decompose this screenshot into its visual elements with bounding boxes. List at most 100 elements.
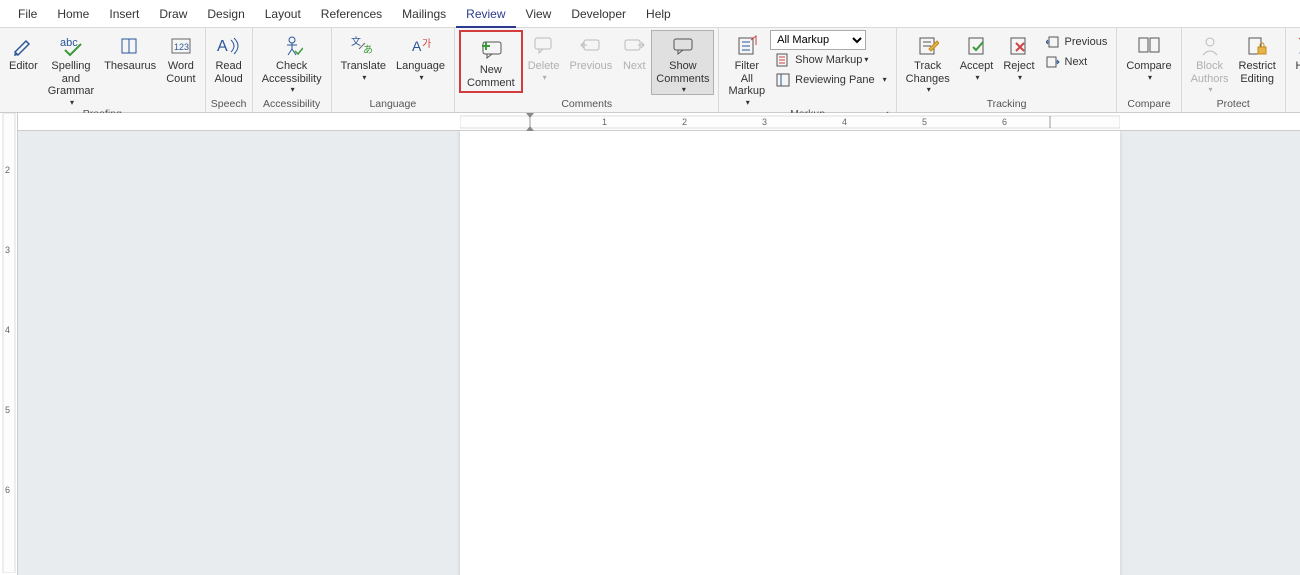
- translate-button[interactable]: 文あ Translate▾: [336, 30, 391, 83]
- block-authors-button: Block Authors▾: [1186, 30, 1234, 95]
- svg-text:abc: abc: [60, 37, 78, 49]
- accept-button[interactable]: Accept▾: [955, 30, 999, 83]
- previous-comment-button: Previous: [564, 30, 617, 74]
- group-protect: Block Authors▾ Restrict Editing Protect: [1182, 28, 1286, 112]
- restrict-editing-icon: [1245, 34, 1269, 58]
- spelling-grammar-button[interactable]: abc Spelling and Grammar▾: [43, 30, 99, 108]
- accept-label: Accept: [960, 60, 994, 73]
- accessibility-icon: [280, 34, 304, 58]
- reviewing-pane-button[interactable]: Reviewing Pane▾: [770, 70, 892, 90]
- tab-home[interactable]: Home: [47, 0, 99, 28]
- previous-change-icon: [1045, 34, 1061, 50]
- read-aloud-label: Read Aloud: [215, 60, 243, 85]
- new-comment-icon: [479, 38, 503, 62]
- ruler-num: 6: [1002, 117, 1007, 127]
- vruler-num: 2: [5, 165, 10, 175]
- compare-icon: [1137, 34, 1161, 58]
- group-comments: New Comment Delete▾ Previous Next Show C…: [455, 28, 719, 112]
- tab-insert[interactable]: Insert: [99, 0, 149, 28]
- new-comment-button[interactable]: New Comment: [459, 30, 523, 93]
- tab-references[interactable]: References: [311, 0, 392, 28]
- ruler-num: 3: [762, 117, 767, 127]
- read-aloud-icon: A: [217, 34, 241, 58]
- tracking-previous-label: Previous: [1065, 36, 1108, 49]
- svg-text:A: A: [217, 38, 228, 55]
- reject-icon: [1007, 34, 1031, 58]
- accept-icon: [965, 34, 989, 58]
- tracking-previous-button[interactable]: Previous: [1040, 32, 1113, 52]
- language-button[interactable]: A가 Language▾: [391, 30, 450, 83]
- group-speech-label: Speech: [210, 98, 248, 112]
- word-count-label: Word Count: [166, 60, 195, 85]
- reject-label: Reject: [1003, 60, 1034, 73]
- ruler-num: 2: [682, 117, 687, 127]
- vruler-num: 3: [5, 245, 10, 255]
- hide-ink-icon: [1295, 34, 1300, 58]
- restrict-editing-button[interactable]: Restrict Editing: [1234, 30, 1281, 86]
- document-workspace[interactable]: [18, 131, 1300, 575]
- markup-display-select[interactable]: All Markup: [770, 30, 866, 50]
- document-page[interactable]: [460, 131, 1120, 575]
- group-tracking-label: Tracking: [901, 98, 1113, 112]
- ruler-num: 1: [602, 117, 607, 127]
- tab-file[interactable]: File: [8, 0, 47, 28]
- tab-mailings[interactable]: Mailings: [392, 0, 456, 28]
- tracking-next-button[interactable]: Next: [1040, 52, 1113, 72]
- tab-developer[interactable]: Developer: [561, 0, 636, 28]
- horizontal-ruler[interactable]: 1 2 3 4 5 6: [0, 113, 1300, 131]
- track-changes-label: Track Changes: [906, 60, 950, 85]
- delete-label: Delete: [528, 60, 560, 73]
- tab-review[interactable]: Review: [456, 0, 515, 28]
- group-tracking: Track Changes▾ Accept▾ Reject▾ Previous …: [897, 28, 1118, 112]
- group-accessibility: Check Accessibility▾ Accessibility: [253, 28, 332, 112]
- editor-button[interactable]: Editor: [4, 30, 43, 74]
- group-language: 文あ Translate▾ A가 Language▾ Language: [332, 28, 455, 112]
- tab-design[interactable]: Design: [197, 0, 254, 28]
- word-count-button[interactable]: 123 Word Count: [161, 30, 200, 86]
- next-label: Next: [623, 60, 646, 73]
- editor-icon: [11, 34, 35, 58]
- compare-button[interactable]: Compare▾: [1121, 30, 1176, 83]
- block-authors-icon: [1198, 34, 1222, 58]
- abc-check-icon: abc: [59, 34, 83, 58]
- tab-view[interactable]: View: [516, 0, 562, 28]
- track-changes-icon: [916, 34, 940, 58]
- group-protect-label: Protect: [1186, 98, 1281, 112]
- tab-help[interactable]: Help: [636, 0, 681, 28]
- reviewing-pane-label: Reviewing Pane: [795, 74, 875, 87]
- vruler-num: 5: [5, 405, 10, 415]
- language-label: Language: [396, 60, 445, 73]
- thesaurus-button[interactable]: Thesaurus: [99, 30, 161, 74]
- read-aloud-button[interactable]: A Read Aloud: [210, 30, 248, 86]
- track-changes-button[interactable]: Track Changes▾: [901, 30, 955, 95]
- restrict-editing-label: Restrict Editing: [1239, 60, 1276, 85]
- next-comment-button: Next: [617, 30, 651, 74]
- thesaurus-label: Thesaurus: [104, 60, 156, 73]
- show-markup-button[interactable]: Show Markup▾: [770, 50, 892, 70]
- filter-markup-label: Filter All Markup: [728, 60, 765, 98]
- block-authors-label: Block Authors: [1191, 60, 1229, 85]
- reject-button[interactable]: Reject▾: [998, 30, 1039, 83]
- reviewing-pane-icon: [775, 72, 791, 88]
- editor-label: Editor: [9, 60, 38, 73]
- filter-markup-button[interactable]: Filter All Markup▾: [723, 30, 770, 108]
- group-comments-label: Comments: [459, 98, 714, 112]
- group-ink: Hide Ink▾ Ink: [1286, 28, 1300, 112]
- tab-draw[interactable]: Draw: [149, 0, 197, 28]
- group-speech: A Read Aloud Speech: [206, 28, 253, 112]
- show-comments-button[interactable]: Show Comments▾: [651, 30, 714, 95]
- new-comment-label: New Comment: [467, 64, 515, 89]
- tabs-bar: File Home Insert Draw Design Layout Refe…: [0, 0, 1300, 28]
- tab-layout[interactable]: Layout: [255, 0, 311, 28]
- translate-icon: 文あ: [351, 34, 375, 58]
- check-accessibility-button[interactable]: Check Accessibility▾: [257, 30, 327, 95]
- previous-comment-icon: [579, 34, 603, 58]
- tracking-next-label: Next: [1065, 56, 1088, 69]
- ribbon: Editor abc Spelling and Grammar▾ Thesaur…: [0, 28, 1300, 113]
- check-accessibility-label: Check Accessibility: [262, 60, 322, 85]
- next-comment-icon: [622, 34, 646, 58]
- vertical-ruler[interactable]: 2 3 4 5 6: [0, 113, 18, 575]
- svg-text:A: A: [412, 38, 422, 54]
- vruler-num: 4: [5, 325, 10, 335]
- hide-ink-button[interactable]: Hide Ink▾: [1290, 30, 1300, 95]
